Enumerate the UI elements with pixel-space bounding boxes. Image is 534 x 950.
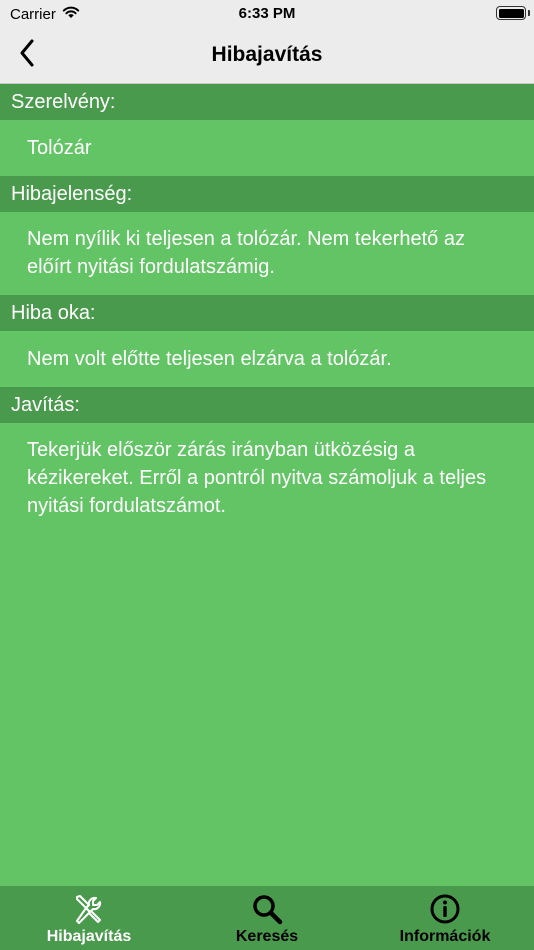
page-title: Hibajavítás bbox=[211, 43, 323, 66]
battery-icon bbox=[496, 6, 526, 20]
section-body-repair: Tekerjük először zárás irányban ütközési… bbox=[27, 439, 487, 517]
tab-label-repair: Hibajavítás bbox=[46, 928, 132, 945]
detail-content: Szerelvény: Tolózár Hibajelenség: Nem ny… bbox=[0, 84, 534, 534]
tab-label-info: Információk bbox=[399, 928, 491, 945]
tab-repair[interactable]: Hibajavítás bbox=[0, 886, 178, 950]
section-header-assembly: Szerelvény: bbox=[0, 84, 534, 120]
section-body-cause: Nem volt előtte teljesen elzárva a tolóz… bbox=[27, 348, 392, 370]
section-header-repair: Javítás: bbox=[0, 387, 534, 423]
tab-label-search: Keresés bbox=[235, 928, 299, 945]
tab-bar: Hibajavítás Keresés Információk bbox=[0, 886, 534, 950]
section-body-assembly: Tolózár bbox=[27, 137, 92, 159]
status-time: 6:33 PM bbox=[238, 5, 296, 22]
search-icon bbox=[250, 892, 284, 926]
tab-info[interactable]: Információk bbox=[356, 886, 534, 950]
status-bar: Carrier 6:33 PM bbox=[0, 0, 534, 28]
info-icon bbox=[428, 892, 462, 926]
navigation-bar: Hibajavítás bbox=[0, 28, 534, 84]
section-header-cause: Hiba oka: bbox=[0, 295, 534, 331]
section-body-symptom: Nem nyílik ki teljesen a tolózár. Nem te… bbox=[27, 228, 465, 278]
section-header-symptom: Hibajelenség: bbox=[0, 176, 534, 212]
tab-search[interactable]: Keresés bbox=[178, 886, 356, 950]
battery-cap bbox=[528, 10, 530, 16]
tools-icon bbox=[72, 892, 106, 926]
